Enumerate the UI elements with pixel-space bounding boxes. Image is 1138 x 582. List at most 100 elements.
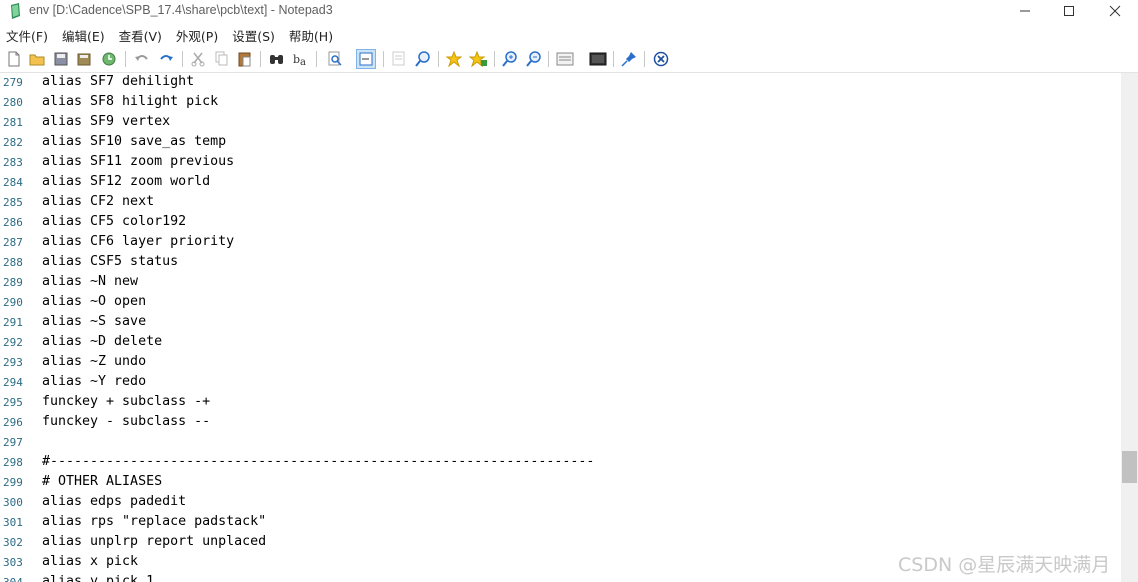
find-in-files-icon[interactable] bbox=[326, 50, 344, 68]
line-text: alias SF12 zoom world bbox=[42, 174, 211, 189]
editor-line[interactable]: 287 alias CF6 layer priority bbox=[0, 233, 1121, 253]
line-number: 295 bbox=[3, 396, 23, 409]
editor-line[interactable]: 291 alias ~S save bbox=[0, 313, 1121, 333]
line-number: 299 bbox=[3, 476, 23, 489]
favorites-icon[interactable] bbox=[445, 50, 463, 68]
line-number: 279 bbox=[3, 76, 23, 89]
find-icon[interactable] bbox=[268, 50, 286, 68]
editor-line[interactable]: 290 alias ~O open bbox=[0, 293, 1121, 313]
save-as-icon[interactable] bbox=[76, 50, 94, 68]
cut-icon[interactable] bbox=[189, 50, 207, 68]
editor-line[interactable]: 281 alias SF9 vertex bbox=[0, 113, 1121, 133]
title-bar: env [D:\Cadence\SPB_17.4\share\pcb\text]… bbox=[0, 0, 1138, 22]
line-text: alias CF2 next bbox=[42, 194, 155, 209]
vertical-scrollbar-thumb[interactable] bbox=[1122, 451, 1137, 483]
editor-line[interactable]: 280 alias SF8 hilight pick bbox=[0, 93, 1121, 113]
editor-line[interactable]: 299 # OTHER ALIASES bbox=[0, 473, 1121, 493]
minimize-icon bbox=[1020, 10, 1030, 12]
editor-line[interactable]: 284 alias SF12 zoom world bbox=[0, 173, 1121, 193]
editor-line[interactable]: 297 bbox=[0, 433, 1121, 453]
line-text: alias ~N new bbox=[42, 274, 139, 289]
open-folder-icon[interactable] bbox=[28, 50, 46, 68]
editor-line[interactable]: 283 alias SF11 zoom previous bbox=[0, 153, 1121, 173]
editor-line[interactable]: 293 alias ~Z undo bbox=[0, 353, 1121, 373]
line-text: alias SF7 dehilight bbox=[42, 74, 195, 89]
editor-line[interactable]: 282 alias SF10 save_as temp bbox=[0, 133, 1121, 153]
line-text: alias ~Y redo bbox=[42, 374, 147, 389]
editor-line[interactable]: 292 alias ~D delete bbox=[0, 333, 1121, 353]
menu-edit[interactable]: 编辑(E) bbox=[55, 26, 112, 45]
menu-settings[interactable]: 设置(S) bbox=[225, 26, 282, 45]
line-number: 304 bbox=[3, 576, 25, 582]
editor-line[interactable]: 289 alias ~N new bbox=[0, 273, 1121, 293]
zoom-in-icon[interactable] bbox=[501, 50, 519, 68]
add-favorite-icon[interactable] bbox=[469, 50, 487, 68]
menu-file[interactable]: 文件(F) bbox=[0, 26, 55, 45]
editor-line[interactable]: 300 alias edps padedit bbox=[0, 493, 1121, 513]
toolbar: ba bbox=[0, 47, 1138, 73]
menu-help[interactable]: 帮助(H) bbox=[282, 26, 340, 45]
copy-icon[interactable] bbox=[213, 50, 231, 68]
pin-icon[interactable] bbox=[620, 50, 638, 68]
line-number: 287 bbox=[3, 236, 23, 249]
zoom-out-icon[interactable] bbox=[525, 50, 543, 68]
line-text: alias CSF5 status bbox=[42, 254, 179, 269]
minimize-button[interactable] bbox=[1002, 0, 1048, 22]
watermark: CSDN @星辰满天映满月 bbox=[898, 554, 1111, 576]
line-number: 288 bbox=[3, 256, 23, 269]
window-title: env [D:\Cadence\SPB_17.4\share\pcb\text]… bbox=[29, 3, 333, 17]
editor-line[interactable]: 298 #------------------------------------… bbox=[0, 453, 1121, 473]
line-number: 282 bbox=[3, 136, 23, 149]
editor-line[interactable]: 295 funckey + subclass -+ bbox=[0, 393, 1121, 413]
exit-icon[interactable] bbox=[652, 50, 670, 68]
editor-line[interactable]: 285 alias CF2 next bbox=[0, 193, 1121, 213]
line-text: alias ~D delete bbox=[42, 334, 163, 349]
line-number: 292 bbox=[3, 336, 23, 349]
svg-text:b: b bbox=[293, 53, 300, 66]
line-text: alias rps "replace padstack" bbox=[42, 514, 267, 529]
line-number: 300 bbox=[3, 496, 23, 509]
vertical-scrollbar[interactable] bbox=[1121, 73, 1138, 582]
notepad3-app-icon bbox=[11, 3, 20, 19]
menu-appearance[interactable]: 外观(P) bbox=[169, 26, 225, 45]
undo-icon[interactable] bbox=[133, 50, 151, 68]
close-icon bbox=[1109, 5, 1121, 17]
redo-icon[interactable] bbox=[157, 50, 175, 68]
customize-icon[interactable] bbox=[589, 50, 607, 68]
line-text: alias ~S save bbox=[42, 314, 147, 329]
editor-line[interactable]: 279 alias SF7 dehilight bbox=[0, 73, 1121, 93]
line-number: 296 bbox=[3, 416, 23, 429]
editor-line[interactable]: 288 alias CSF5 status bbox=[0, 253, 1121, 273]
save-icon[interactable] bbox=[52, 50, 70, 68]
line-number: 303 bbox=[3, 556, 23, 569]
line-text: alias SF10 save_as temp bbox=[42, 134, 227, 149]
scheme-icon[interactable] bbox=[556, 50, 574, 68]
line-text: alias ~O open bbox=[42, 294, 147, 309]
editor-line[interactable]: 301 alias rps "replace padstack" bbox=[0, 513, 1121, 533]
menu-bar: 文件(F) 编辑(E) 查看(V) 外观(P) 设置(S) 帮助(H) bbox=[0, 24, 1138, 46]
editor-line[interactable]: 296 funckey - subclass -- bbox=[0, 413, 1121, 433]
line-number: 281 bbox=[3, 116, 23, 129]
editor-line[interactable]: 294 alias ~Y redo bbox=[0, 373, 1121, 393]
editor-line[interactable]: 286 alias CF5 color192 bbox=[0, 213, 1121, 233]
replace-icon[interactable]: ba bbox=[292, 50, 310, 68]
maximize-button[interactable] bbox=[1046, 0, 1092, 22]
line-number: 289 bbox=[3, 276, 23, 289]
paste-icon[interactable] bbox=[236, 50, 254, 68]
line-text: alias CF5 color192 bbox=[42, 214, 187, 229]
text-editor[interactable]: 279 alias SF7 dehilight 280 alias SF8 hilig… bbox=[0, 73, 1121, 582]
line-text: alias x pick bbox=[42, 554, 139, 569]
find-next-icon[interactable] bbox=[390, 50, 408, 68]
reload-icon[interactable] bbox=[100, 50, 118, 68]
new-file-icon[interactable] bbox=[5, 50, 23, 68]
word-wrap-icon[interactable] bbox=[356, 49, 376, 69]
line-number: 302 bbox=[3, 536, 23, 549]
line-number: 294 bbox=[3, 376, 23, 389]
menu-view[interactable]: 查看(V) bbox=[112, 26, 169, 45]
line-number: 293 bbox=[3, 356, 23, 369]
svg-text:a: a bbox=[300, 57, 306, 67]
zoom-find-icon[interactable] bbox=[414, 50, 432, 68]
line-number: 280 bbox=[3, 96, 23, 109]
line-text: funckey + subclass -+ bbox=[42, 394, 211, 409]
close-button[interactable] bbox=[1092, 0, 1138, 22]
